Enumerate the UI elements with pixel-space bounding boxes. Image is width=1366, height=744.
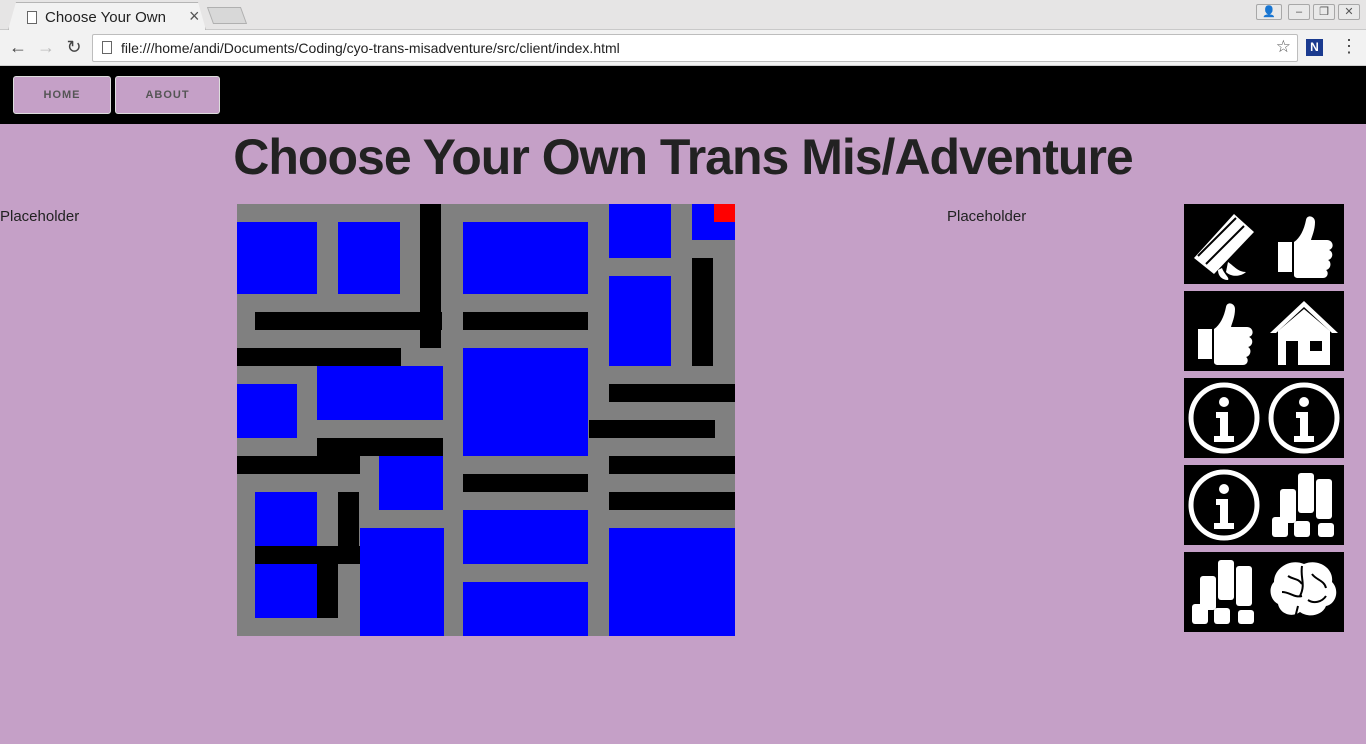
map-room bbox=[609, 276, 671, 366]
map-wall bbox=[255, 312, 442, 330]
browser-toolbar: ← → ↻ file:///home/andi/Documents/Coding… bbox=[0, 30, 1366, 66]
choice-card[interactable] bbox=[1184, 465, 1344, 545]
brain-icon bbox=[1269, 561, 1338, 623]
house-icon bbox=[1270, 301, 1338, 365]
bookmark-star-icon[interactable]: ☆ bbox=[1276, 37, 1291, 57]
map-room bbox=[360, 528, 444, 636]
coins-icon bbox=[1192, 560, 1254, 624]
map-room bbox=[463, 222, 588, 294]
choice-card[interactable] bbox=[1184, 378, 1344, 458]
address-bar[interactable]: file:///home/andi/Documents/Coding/cyo-t… bbox=[92, 34, 1298, 62]
info-icon bbox=[1188, 469, 1260, 541]
map-wall bbox=[609, 384, 735, 402]
map-wall bbox=[589, 420, 715, 438]
about-button[interactable]: ABOUT bbox=[115, 76, 220, 114]
map-room bbox=[609, 528, 735, 636]
browser-tab[interactable]: Choose Your Own Trans Mis/Adventure × bbox=[8, 2, 206, 30]
game-map[interactable] bbox=[237, 204, 735, 636]
info-icon bbox=[1268, 382, 1340, 454]
new-tab-button[interactable] bbox=[206, 7, 248, 24]
user-profile-button[interactable]: 👤 bbox=[1256, 4, 1282, 20]
map-room bbox=[463, 510, 588, 564]
thumbs-up-icon bbox=[1198, 303, 1253, 365]
maximize-button[interactable]: ❐ bbox=[1313, 4, 1335, 20]
minimize-button[interactable]: – bbox=[1288, 4, 1310, 20]
url-text[interactable]: file:///home/andi/Documents/Coding/cyo-t… bbox=[121, 40, 620, 56]
site-nav-bar: HOME ABOUT bbox=[0, 66, 1366, 124]
map-wall bbox=[237, 348, 401, 366]
map-wall bbox=[317, 564, 338, 618]
map-room bbox=[609, 204, 671, 258]
map-room bbox=[255, 564, 317, 618]
tab-close-icon[interactable]: × bbox=[189, 7, 200, 25]
tab-title: Choose Your Own Trans Mis/Adventure bbox=[45, 9, 169, 26]
document-icon bbox=[27, 11, 37, 24]
map-wall bbox=[463, 312, 588, 330]
map-room bbox=[379, 456, 443, 510]
map-room bbox=[237, 384, 297, 438]
map-wall bbox=[255, 546, 360, 564]
map-room bbox=[255, 492, 317, 546]
document-icon bbox=[102, 41, 112, 54]
map-wall bbox=[692, 258, 713, 366]
coins-icon bbox=[1272, 473, 1334, 537]
info-icon bbox=[1188, 382, 1260, 454]
map-room bbox=[338, 222, 400, 294]
browser-menu-icon[interactable]: ⋮ bbox=[1340, 36, 1358, 57]
map-wall bbox=[609, 456, 735, 474]
reload-button[interactable]: ↻ bbox=[62, 35, 86, 59]
map-room bbox=[463, 582, 588, 636]
right-placeholder: Placeholder bbox=[947, 208, 1027, 225]
choice-card[interactable] bbox=[1184, 552, 1344, 632]
map-room bbox=[463, 348, 588, 456]
choice-card[interactable] bbox=[1184, 291, 1344, 371]
home-button[interactable]: HOME bbox=[13, 76, 111, 114]
browser-tab-bar: Choose Your Own Trans Mis/Adventure × 👤 … bbox=[0, 0, 1366, 30]
back-button[interactable]: ← bbox=[6, 35, 30, 59]
close-window-button[interactable]: ✕ bbox=[1338, 4, 1360, 20]
page-title: Choose Your Own Trans Mis/Adventure bbox=[233, 129, 1133, 185]
map-player[interactable] bbox=[714, 204, 735, 222]
map-wall bbox=[463, 474, 588, 492]
map-wall bbox=[609, 492, 735, 510]
choice-card[interactable] bbox=[1184, 204, 1344, 284]
map-room bbox=[317, 366, 443, 420]
map-room bbox=[237, 222, 317, 294]
diploma-icon bbox=[1193, 213, 1255, 280]
left-placeholder: Placeholder bbox=[0, 208, 80, 225]
extension-icon[interactable]: N bbox=[1306, 39, 1323, 56]
thumbs-up-icon bbox=[1278, 216, 1333, 278]
forward-button[interactable]: → bbox=[34, 35, 58, 59]
map-wall bbox=[317, 438, 443, 456]
map-wall bbox=[237, 456, 360, 474]
